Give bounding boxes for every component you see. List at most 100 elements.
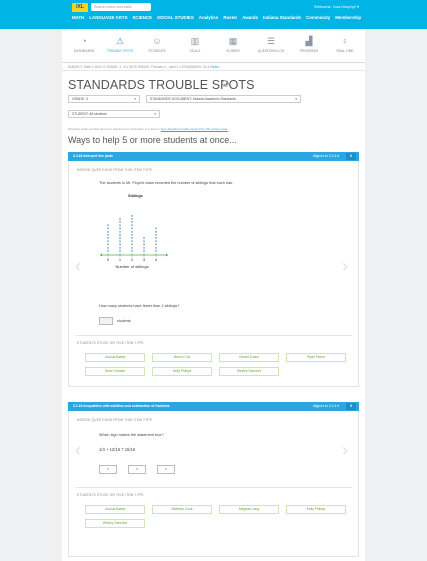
plot-tick-label: 2 — [131, 257, 134, 262]
card-fraction-inequalities: MISSED QUESTIONS FROM THIS ITEM TYPE ‹ ›… — [68, 411, 359, 557]
questions-log-icon: ☰ — [266, 36, 276, 46]
chevron-left-icon[interactable]: ‹ — [75, 441, 81, 459]
plot-x-mark: × — [155, 227, 157, 231]
chevron-down-icon: ▾ — [134, 97, 136, 101]
divider — [75, 487, 352, 488]
plot-tick-label: 0 — [107, 257, 110, 262]
top-nav: MATH LANGUAGE ARTS SCIENCE SOCIAL STUDIE… — [72, 15, 361, 20]
nav-language-arts[interactable]: LANGUAGE ARTS — [89, 15, 127, 20]
fraction-expression: 1/4 + 12/16 ? 15/16 — [99, 447, 136, 452]
question-text: The students in Mr. Floyd's class record… — [99, 181, 234, 185]
tab-questions-log[interactable]: ☰ QUESTIONS LOG — [253, 36, 289, 53]
tab-students[interactable]: ☺ STUDENTS — [139, 36, 175, 53]
tab-skills[interactable]: ▥ SKILLS — [177, 36, 213, 53]
plot-tick-label: 1 — [119, 257, 122, 262]
nav-math[interactable]: MATH — [72, 15, 84, 20]
question-text: Which sign makes the statement true? — [99, 433, 164, 437]
nav-analytics[interactable]: Analytics — [199, 15, 219, 20]
tab-dashboard[interactable]: ◔ DASHBOARD — [66, 36, 102, 53]
student-chip[interactable]: Ryan Flores — [286, 353, 346, 362]
help-icon[interactable]: ? — [222, 80, 229, 87]
nav-science[interactable]: SCIENCE — [133, 15, 153, 20]
plot-tick-label: 3 — [143, 257, 146, 262]
student-chip[interactable]: Wesley Sanchez — [219, 367, 279, 376]
tab-trouble-spots[interactable]: ⚠ TROUBLE SPOTS — [102, 36, 138, 53]
chevron-left-icon[interactable]: ‹ — [75, 257, 81, 275]
question-ask: How many students have fewer than 2 sibl… — [99, 304, 180, 308]
filter-summary[interactable]: SUBJECT: Math ▾ SKILLS GRADE: 4 - 8 ▾ DA… — [68, 65, 210, 69]
real-time-icon: ♀ — [341, 36, 349, 46]
siblings-line-plot: 0×××××××××1×××××××××××2××××××××××××3××××… — [100, 214, 168, 269]
tab-progress[interactable]: ▟ PROGRESS — [291, 36, 327, 53]
main-content: STANDARDS TROUBLE SPOTS ? GRADE: 3 ▾ STA… — [62, 71, 365, 561]
chevron-down-icon: ▾ — [154, 112, 156, 116]
card-title: 3.4.16 Interpret line plots — [73, 154, 113, 158]
answer-input[interactable] — [99, 317, 113, 325]
plot-x-mark: × — [119, 217, 121, 221]
divider — [75, 335, 352, 336]
choice-equals-button[interactable]: = — [128, 465, 146, 474]
grade-select[interactable]: GRADE: 3 ▾ — [68, 95, 140, 103]
plot-x-mark: × — [131, 214, 133, 218]
nav-social-studies[interactable]: SOCIAL STUDIES — [157, 15, 194, 20]
student-chip[interactable]: Meghan Long — [219, 505, 279, 514]
chevron-right-icon[interactable]: › — [342, 257, 348, 275]
plot-x-mark: × — [107, 223, 109, 227]
nav-membership[interactable]: Membership — [335, 15, 361, 20]
warning-icon: ⚠ — [115, 36, 125, 46]
see-all-link[interactable]: See all active trouble spots from this s… — [161, 127, 228, 131]
info-line: Showing active trouble spots for practic… — [68, 127, 228, 131]
nav-awards[interactable]: Awards — [242, 15, 258, 20]
card-header-fraction-inequalities[interactable]: 3.1.16 Inequalities with addition and su… — [68, 402, 359, 411]
filter-breadcrumb: SUBJECT: Math ▾ SKILLS GRADE: 4 - 8 ▾ DA… — [62, 63, 365, 71]
answer-unit: students — [117, 319, 131, 323]
student-chip[interactable]: Kelly Phillips — [286, 505, 346, 514]
card-header-line-plots[interactable]: 3.4.16 Interpret line plots Aligned to 3… — [68, 152, 359, 161]
stuck-students-label: STUDENTS STUCK ON THIS ITEM TYPE — [77, 493, 144, 497]
student-count-badge: 5 — [346, 403, 356, 410]
aligned-standard-dropdown[interactable]: Aligned to 3.4.5 ▾ — [313, 152, 339, 161]
plot-x-axis-label: Number of siblings — [115, 264, 148, 269]
choice-greater-than-button[interactable]: > — [157, 465, 175, 474]
nav-roster[interactable]: Roster — [223, 15, 237, 20]
standards-document-value: STANDARDS DOCUMENT: Indiana Academic Sta… — [150, 97, 236, 101]
nav-indiana-standards[interactable]: Indiana Standards — [263, 15, 301, 20]
student-select-value: STUDENT: All students — [72, 112, 107, 116]
info-text: Showing active trouble spots for practic… — [68, 127, 161, 131]
axis-right-arrow — [166, 253, 168, 257]
standards-document-select[interactable]: STANDARDS DOCUMENT: Indiana Academic Sta… — [146, 95, 301, 103]
skills-icon: ▥ — [190, 36, 200, 46]
student-chip[interactable]: Joshua Bailey — [85, 353, 145, 362]
choice-less-than-button[interactable]: < — [99, 465, 117, 474]
grade-select-value: GRADE: 3 — [72, 97, 88, 101]
progress-icon: ▟ — [305, 36, 313, 46]
tab-scores[interactable]: ▦ SCORES — [215, 36, 251, 53]
scores-icon: ▦ — [228, 36, 238, 46]
stuck-students-label: STUDENTS STUCK ON THIS ITEM TYPE — [77, 341, 144, 345]
student-chip[interactable]: Joshua Bailey — [85, 505, 145, 514]
section-heading: Ways to help 5 or more students at once.… — [68, 135, 237, 145]
student-count-badge: 6 — [346, 153, 356, 160]
student-chip[interactable]: Marvin Cox — [152, 353, 212, 362]
tab-real-time[interactable]: ♀ REAL-TIME — [327, 36, 363, 53]
student-chip[interactable]: Wesley Sanchez — [85, 519, 145, 528]
axis-left-arrow — [100, 253, 102, 257]
student-chip[interactable]: Matthew Cook — [152, 505, 212, 514]
top-bar: IXL Search topics and skills Welcome, Li… — [0, 0, 427, 29]
welcome-menu[interactable]: Welcome, Lisa Murphy! ▾ — [314, 4, 359, 9]
analytics-icon-bar: ◔ DASHBOARD ⚠ TROUBLE SPOTS ☺ STUDENTS ▥… — [62, 29, 365, 63]
student-chip[interactable]: Gerald Evans — [219, 353, 279, 362]
chevron-down-icon: ▾ — [295, 97, 297, 101]
aligned-standard-dropdown[interactable]: Aligned to 3.1.4 ▾ — [313, 402, 339, 411]
missed-questions-label: MISSED QUESTIONS FROM THIS ITEM TYPE — [77, 168, 153, 172]
plot-tick-label: 4 — [155, 257, 158, 262]
nav-community[interactable]: Community — [306, 15, 330, 20]
ixl-logo[interactable]: IXL — [72, 3, 88, 12]
student-chip[interactable]: Drew Graham — [85, 367, 145, 376]
student-chip[interactable]: Kelly Phillips — [152, 367, 212, 376]
search-input[interactable]: Search topics and skills — [91, 3, 151, 11]
card-title: 3.1.16 Inequalities with addition and su… — [73, 404, 170, 408]
student-select[interactable]: STUDENT: All students ▾ — [68, 110, 160, 118]
reset-link[interactable]: Reset — [211, 65, 219, 69]
chevron-right-icon[interactable]: › — [342, 441, 348, 459]
